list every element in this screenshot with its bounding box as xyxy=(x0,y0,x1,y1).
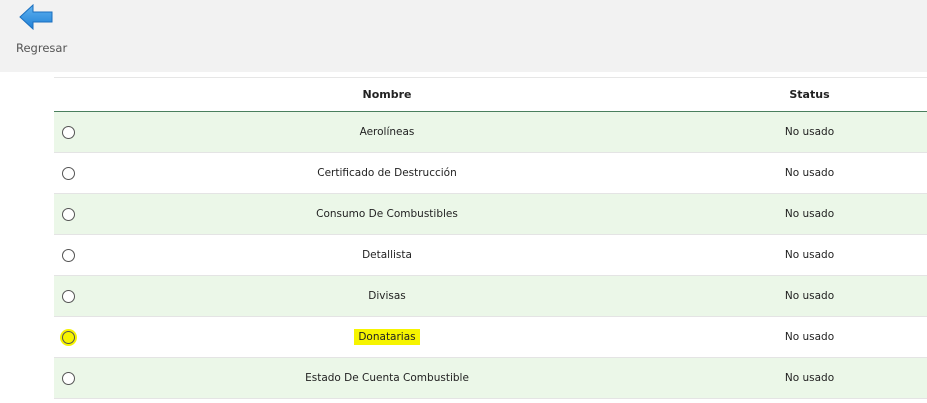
row-name: Aerolíneas xyxy=(359,126,415,138)
row-status: No usado xyxy=(784,249,835,261)
table-row-highlighted[interactable]: Donatarias No usado xyxy=(54,317,927,358)
header-select-cell xyxy=(54,78,82,111)
row-radio-button[interactable] xyxy=(62,331,75,344)
row-radio-button[interactable] xyxy=(62,249,75,262)
table-row[interactable]: Detallista No usado xyxy=(54,235,927,276)
back-button-label: Regresar xyxy=(16,41,68,55)
row-radio-button[interactable] xyxy=(62,372,75,385)
row-name: Detallista xyxy=(362,249,412,261)
row-status: No usado xyxy=(784,290,835,302)
row-name: Consumo De Combustibles xyxy=(316,208,458,220)
table-row[interactable]: Consumo De Combustibles No usado xyxy=(54,194,927,235)
selection-table: Nombre Status Aerolíneas No usado Certif… xyxy=(54,77,927,399)
row-radio-button[interactable] xyxy=(62,126,75,139)
row-radio-button[interactable] xyxy=(62,167,75,180)
row-radio-button[interactable] xyxy=(62,290,75,303)
row-status: No usado xyxy=(784,372,835,384)
row-name: Certificado de Destrucción xyxy=(317,167,457,179)
table-row[interactable]: Certificado de Destrucción No usado xyxy=(54,153,927,194)
table-header: Nombre Status xyxy=(54,77,927,112)
row-status: No usado xyxy=(784,331,835,343)
back-arrow-icon xyxy=(19,4,53,30)
back-button[interactable]: Regresar xyxy=(10,2,70,64)
column-header-nombre[interactable]: Nombre xyxy=(82,88,692,101)
row-name: Estado De Cuenta Combustible xyxy=(305,372,469,384)
row-radio-button[interactable] xyxy=(62,208,75,221)
column-header-status[interactable]: Status xyxy=(692,88,927,101)
row-name: Divisas xyxy=(368,290,406,302)
table-row[interactable]: Estado De Cuenta Combustible No usado xyxy=(54,358,927,399)
row-status: No usado xyxy=(784,126,835,138)
table-row[interactable]: Divisas No usado xyxy=(54,276,927,317)
toolbar: Regresar xyxy=(0,0,927,72)
row-name: Donatarias xyxy=(354,329,420,345)
row-status: No usado xyxy=(784,167,835,179)
table-row[interactable]: Aerolíneas No usado xyxy=(54,112,927,153)
row-status: No usado xyxy=(784,208,835,220)
